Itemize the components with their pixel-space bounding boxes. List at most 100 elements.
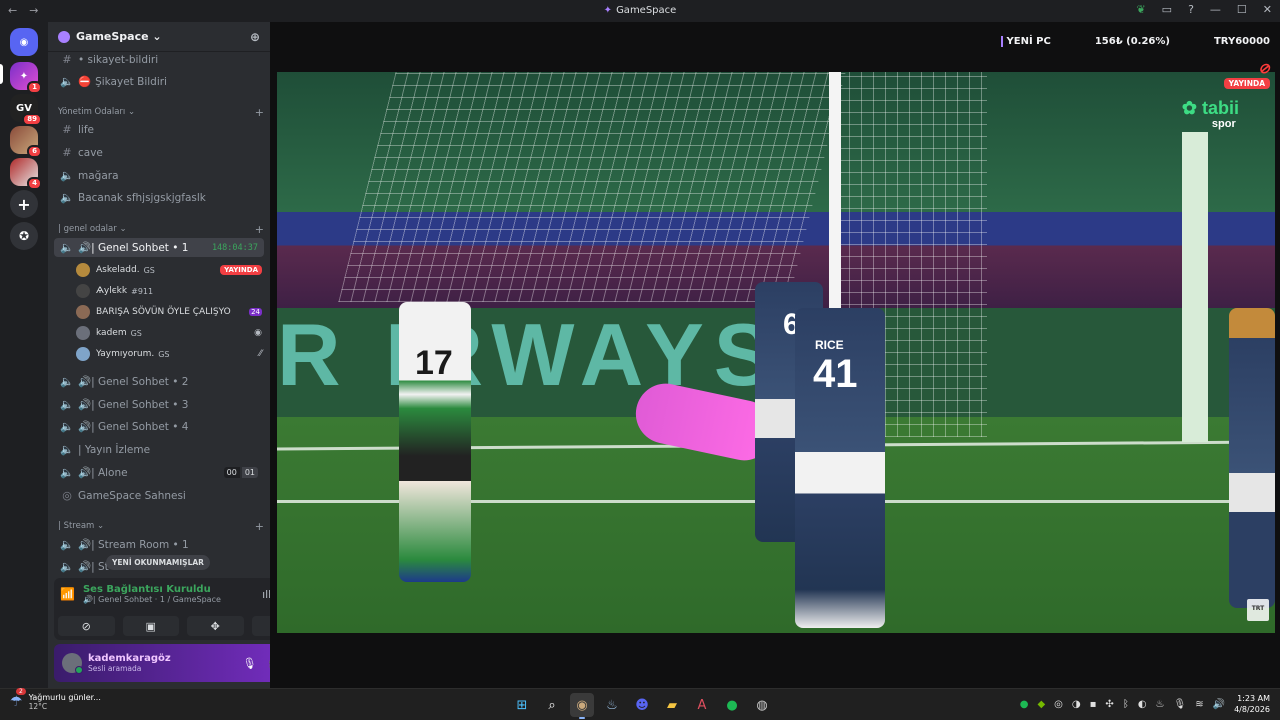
window-controls: ❦ ▭ ? — ☐ ✕ — [1136, 3, 1272, 16]
title-bar: ← → ✦ GameSpace ❦ ▭ ? — ☐ ✕ — [0, 0, 1280, 22]
start-windows-icon[interactable]: ⊞ — [510, 693, 534, 717]
tray-app-icon[interactable]: ◐ — [1138, 699, 1147, 710]
weather-widget[interactable]: ☂ 2 Yağmurlu günler... 12°C — [10, 688, 101, 711]
player-arsenal-edge — [1229, 308, 1275, 608]
server-gamespace[interactable]: ✦ 1 — [10, 62, 42, 94]
spotify-icon[interactable]: ● — [720, 693, 744, 717]
activity-icon: ◉ — [254, 328, 262, 338]
muted-deafened-icon: ⁄⁄ — [258, 349, 262, 359]
ticker-item: YENİ PC — [1000, 35, 1051, 47]
steam-tray-icon[interactable]: ♨ — [1156, 699, 1165, 710]
voice-user[interactable]: BARIŞA SÖVÜN ÖYLE ÇALIŞYO 24 — [76, 303, 262, 321]
steam-icon[interactable]: ♨ — [600, 693, 624, 717]
system-tray: ● ◆ ◎ ◑ ▪ ✣ ᛒ ◐ ♨ 🎙 ≋ 🔊 1:23 AM 4/8/2026 — [1020, 693, 1270, 715]
app-discord-active-icon[interactable]: ◉ — [570, 693, 594, 719]
channel-yayin-izleme[interactable]: 🔈 | Yayın İzleme — [54, 440, 264, 459]
clock[interactable]: 1:23 AM 4/8/2026 — [1234, 693, 1270, 715]
volume-icon[interactable]: 🔊 — [1213, 699, 1225, 710]
user-limit: 00 01 — [223, 467, 258, 478]
app-a-icon[interactable]: A — [690, 693, 714, 717]
video-player[interactable]: R IRWAYS 17 6 RICE 41 ✿ tabii spor TRT — [277, 72, 1275, 633]
add-channel-icon[interactable]: + — [255, 520, 264, 533]
activities-button[interactable]: ✥ — [187, 616, 244, 636]
tray-app-icon[interactable]: ◎ — [1054, 699, 1063, 710]
channel-genel-sohbet-4[interactable]: 🔈 🔊| Genel Sohbet • 4 — [54, 417, 264, 436]
no-entry-icon: ⛔ — [78, 76, 92, 88]
discord-icon[interactable]: ☻ — [630, 693, 654, 717]
screen-share-button[interactable]: ▣ — [122, 616, 179, 636]
channel-sahnesi[interactable]: ◎ GameSpace Sahnesi — [54, 486, 264, 505]
maximize-button[interactable]: ☐ — [1237, 3, 1247, 16]
avatar[interactable] — [62, 653, 83, 674]
active-server-pill — [0, 64, 3, 84]
server-5[interactable]: 4 — [10, 158, 42, 190]
stock-ticker: YENİ PC 156₺ (0.26%) TRY60000 — [1000, 30, 1280, 52]
app-chrome-icon[interactable]: ◍ — [750, 693, 774, 717]
tray-app-icon[interactable]: ▪ — [1090, 699, 1097, 710]
window-title: ✦ GameSpace — [603, 5, 677, 16]
spotify-tray-icon[interactable]: ● — [1020, 699, 1029, 710]
voice-user[interactable]: Ѧуlєkk #911 — [76, 282, 262, 300]
minimize-button[interactable]: — — [1210, 3, 1221, 16]
channel-alone[interactable]: 🔈 🔊| Alone 00 01 — [54, 463, 264, 482]
speaker-icon: 🔈 — [60, 560, 74, 573]
voice-status: 📶 Ses Bağlantısı Kuruldu 🔊| Genel Sohbet… — [60, 584, 221, 604]
player-name: RICE — [815, 338, 844, 352]
category-genel[interactable]: | genel odalar ⌄ + — [58, 222, 264, 236]
tray-app-icon[interactable]: ✣ — [1105, 699, 1113, 710]
channel-genel-sohbet-2[interactable]: 🔈 🔊| Genel Sohbet • 2 — [54, 372, 264, 391]
add-channel-icon[interactable]: + — [255, 106, 264, 119]
channel-genel-sohbet-3[interactable]: 🔈 🔊| Genel Sohbet • 3 — [54, 395, 264, 414]
speaker-icon: 🔈 — [60, 75, 74, 88]
file-explorer-icon[interactable]: ▰ — [660, 693, 684, 717]
server-list: ◉ ✦ 1 GV 89 6 4 + ✪ — [0, 22, 48, 688]
tray-app-icon[interactable]: ◑ — [1072, 699, 1081, 710]
nvidia-tray-icon[interactable]: ◆ — [1037, 699, 1045, 710]
invite-people-icon[interactable]: ⊕ — [250, 30, 260, 44]
channel-life[interactable]: # life — [54, 120, 264, 139]
add-server-icon[interactable]: + — [10, 190, 38, 218]
speaker-icon: 🔈 — [60, 443, 74, 456]
camera-off-button[interactable]: ⊘ — [58, 616, 115, 636]
channel-sidebar: GameSpace ⌄ ⊕ # • sikayet-bildiri 🔈 ⛔ Şikay… — [48, 22, 312, 688]
hash-icon: # — [62, 146, 72, 159]
voice-user[interactable]: Askeladd. GS YAYINDA — [76, 261, 262, 279]
hash-icon: # — [62, 123, 72, 136]
server-gv[interactable]: GV 89 — [10, 94, 42, 126]
channel-genel-sohbet-1[interactable]: 🔈 🔊| Genel Sohbet • 1 148:04:37 — [54, 238, 264, 257]
server-header[interactable]: GameSpace ⌄ ⊕ — [48, 22, 270, 52]
corner-post — [1182, 132, 1208, 442]
voice-user[interactable]: kadem GS ◉ — [76, 324, 262, 342]
unread-pill[interactable]: YENİ OKUNMAMIŞLAR — [106, 555, 210, 570]
username: kademkaragöz — [88, 653, 171, 664]
signal-icon[interactable]: 📶 — [60, 587, 75, 601]
search-icon[interactable]: ⌕ — [540, 693, 564, 717]
taskbar: ☂ 2 Yağmurlu günler... 12°C ⊞ ⌕ ◉ ♨ ☻ ▰ A… — [0, 688, 1280, 720]
discord-home-icon[interactable]: ◉ — [10, 28, 38, 56]
category-stream[interactable]: | Stream ⌄ + — [58, 519, 264, 533]
speaker-icon: 🔈 — [60, 466, 74, 479]
channel-magara[interactable]: 🔈 mağara — [54, 166, 264, 185]
wifi-icon[interactable]: ≋ — [1195, 699, 1203, 710]
server-icon — [58, 30, 70, 43]
microphone-icon[interactable]: 🎙 — [242, 657, 256, 670]
channel-bacanak[interactable]: 🔈 Bacanak sfhjsjgskjgfaslk — [54, 188, 264, 207]
server-name: GameSpace ⌄ — [76, 30, 162, 43]
category-yonetim[interactable]: Yönetim Odaları ⌄ + — [58, 105, 264, 119]
nitro-leaf-icon[interactable]: ❦ — [1136, 3, 1145, 16]
channel-sikayet-bildir[interactable]: 🔈 ⛔ Şikayet Bildiri — [54, 72, 264, 91]
live-badge: YAYINDA — [1223, 78, 1270, 89]
add-channel-icon[interactable]: + — [255, 223, 264, 236]
channel-cave[interactable]: # cave — [54, 143, 264, 162]
channel-stream-room-1[interactable]: 🔈 🔊| Stream Room • 1 — [54, 535, 264, 554]
voice-user[interactable]: Yaymıyorum. GS ⁄⁄ — [76, 345, 262, 363]
server-4[interactable]: 6 — [10, 126, 42, 158]
speaker-icon: 🔈 — [60, 241, 74, 254]
close-button[interactable]: ✕ — [1263, 3, 1272, 16]
inbox-icon[interactable]: ▭ — [1162, 3, 1172, 16]
help-icon[interactable]: ? — [1188, 3, 1194, 16]
microphone-tray-icon[interactable]: 🎙 — [1174, 699, 1187, 710]
bluetooth-icon[interactable]: ᛒ — [1123, 699, 1129, 710]
explore-compass-icon[interactable]: ✪ — [10, 222, 38, 250]
channel-sikayet-bildiri[interactable]: # • sikayet-bildiri — [54, 50, 264, 69]
